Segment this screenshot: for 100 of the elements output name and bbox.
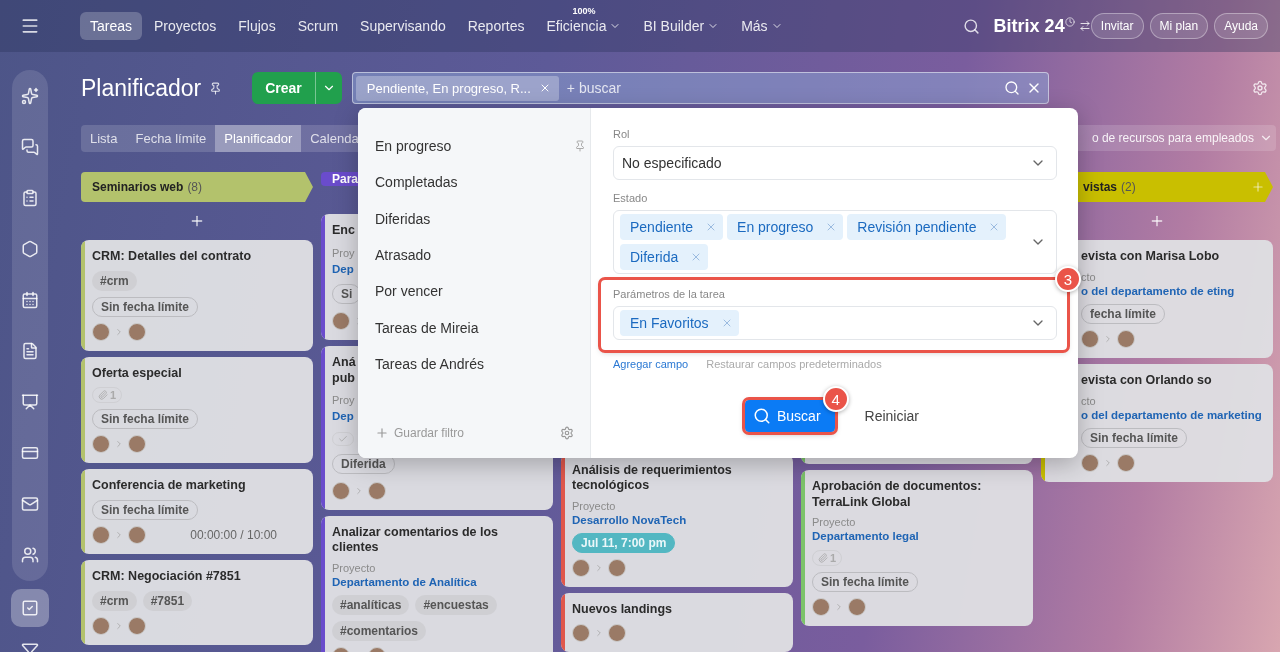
header-button[interactable]: Ayuda — [1214, 13, 1268, 39]
task-title: evista con Orlando so — [1081, 373, 1213, 389]
task-title: evista con Marisa Lobo — [1081, 249, 1221, 265]
header-button[interactable]: Invitar — [1090, 13, 1144, 39]
task-card[interactable]: Analizar comentarios de los clientes Proyecto Departamento de Analítica #analíticas #encuestas #comentarios — [321, 515, 553, 652]
tag[interactable]: #encuestas — [415, 595, 497, 616]
role-select[interactable]: No especificado — [613, 146, 1057, 180]
avatar — [608, 559, 626, 578]
project-link[interactable]: o del departamento de marketing — [1081, 407, 1263, 422]
pin-icon[interactable] — [574, 140, 586, 153]
add-icon[interactable] — [189, 213, 205, 229]
project-label: Proy — [332, 246, 356, 259]
settings-icon[interactable] — [560, 426, 574, 440]
tag[interactable]: #analíticas — [332, 595, 410, 616]
project-link[interactable]: Departamento de Analítica — [332, 574, 543, 590]
tag[interactable]: #crm — [92, 590, 137, 611]
step-callout-badge: 3 — [1055, 266, 1081, 292]
project-link[interactable]: Dep — [332, 409, 357, 424]
field-label: Parámetros de la tarea — [613, 288, 726, 300]
save-filter-link[interactable]: Guardar filtro — [375, 426, 465, 440]
pin-icon[interactable] — [209, 81, 223, 95]
avatar — [128, 435, 146, 454]
avatar — [1117, 330, 1135, 348]
clock-icon — [1064, 17, 1075, 27]
task-title: Análisis de requerimientos tecnológicos — [572, 462, 733, 494]
filter-preset[interactable]: Tareas de Mireia — [375, 309, 590, 346]
multi-select-field[interactable]: Pendiente En progreso Revisión pendiente Diferida — [613, 210, 1057, 274]
filter-chip[interactable]: En progreso — [727, 214, 844, 240]
project-link[interactable]: Desarrollo NovaTech — [572, 513, 783, 528]
nav-tab[interactable]: Flujos — [228, 12, 286, 40]
avatar — [92, 435, 110, 454]
task-title: Enc — [332, 223, 356, 239]
nav-tab[interactable]: BI Builder — [633, 12, 730, 40]
tag[interactable]: #7851 — [142, 590, 193, 611]
task-title: Analizar comentarios de los clientes — [332, 524, 500, 556]
nav-tab[interactable]: Supervisando — [350, 12, 456, 40]
project-label: cto — [1081, 394, 1097, 407]
switch-icon[interactable] — [1078, 20, 1091, 32]
filter-chip[interactable]: Pendiente, En progreso, R... — [355, 75, 559, 101]
project-link[interactable]: Departamento legal — [812, 529, 1023, 544]
view-tab[interactable]: Lista — [81, 124, 127, 152]
filter-preset[interactable]: Por vencer — [375, 273, 590, 310]
tag[interactable]: #comentarios — [332, 621, 427, 642]
due-date-badge: Jul 11, 7:00 pm — [572, 533, 676, 554]
avatar — [1117, 454, 1135, 472]
nav-tab[interactable]: Reportes — [457, 12, 535, 40]
paperclip-icon — [98, 390, 108, 401]
view-tab[interactable]: Fecha límite — [126, 124, 216, 152]
multi-select-field[interactable]: En Favoritos — [613, 306, 1057, 340]
view-tab[interactable]: Planificador — [215, 124, 302, 152]
avatar — [92, 322, 110, 341]
task-title: CRM: Detalles del contrato — [92, 249, 253, 265]
filter-preset[interactable]: Atrasado — [375, 236, 590, 274]
avatar — [1081, 454, 1099, 472]
avatar — [572, 624, 590, 642]
reset-button[interactable]: Reiniciar — [858, 407, 925, 425]
project-label: cto — [1081, 270, 1097, 283]
filter-preset[interactable]: Diferidas — [375, 200, 590, 237]
avatar — [812, 597, 830, 616]
nav-tab[interactable]: Proyectos — [144, 12, 227, 40]
tag[interactable]: #crm — [92, 270, 137, 291]
avatar — [128, 525, 146, 544]
field-label: Rol — [613, 128, 631, 140]
project-link[interactable]: Dep — [332, 261, 357, 276]
avatar — [332, 312, 350, 330]
avatar — [368, 481, 386, 500]
search-field[interactable]: Pendiente, En progreso, R... + buscar — [351, 72, 1049, 104]
search-icon[interactable] — [1003, 80, 1020, 96]
timer-text: 00:00:00 / 10:00 — [190, 527, 277, 542]
header-button[interactable]: Mi plan — [1149, 13, 1209, 39]
checkbox-icon[interactable] — [11, 589, 49, 627]
task-card[interactable]: CRM: Detalles del contrato #crm Sin fecha límite — [81, 240, 313, 351]
project-label: Proyecto — [572, 500, 617, 512]
task-card[interactable]: Nuevos landings — [561, 593, 793, 652]
filter-chip[interactable]: Revisión pendiente — [847, 214, 1007, 240]
task-card[interactable]: Conferencia de marketing Sin fecha límite 00:00:00 / 10:00 — [81, 469, 313, 554]
avatar — [332, 481, 350, 500]
filter-chip[interactable]: Diferida — [620, 244, 709, 270]
paperclip-icon — [818, 552, 828, 563]
filter-preset[interactable]: En progreso — [375, 128, 590, 165]
filter-preset[interactable]: Tareas de Andrés — [375, 345, 590, 383]
search-icon[interactable] — [962, 17, 980, 35]
project-label: Proyecto — [332, 561, 377, 574]
avatar — [128, 322, 146, 341]
field-link[interactable]: Agregar campo — [613, 358, 689, 370]
avatar — [128, 616, 146, 635]
nav-tab[interactable]: Tareas — [80, 12, 143, 40]
task-card[interactable]: CRM: Negociación #7851 #crm #7851 — [81, 559, 313, 645]
nav-tab[interactable]: Más — [731, 12, 793, 40]
menu-icon[interactable] — [20, 16, 40, 36]
project-label: Proyecto — [812, 516, 857, 529]
task-title: CRM: Negociación #7851 — [92, 568, 242, 585]
filter-chip[interactable]: Pendiente — [620, 214, 724, 240]
task-title: Conferencia de marketing — [92, 478, 247, 494]
project-link[interactable]: o del departamento de eting — [1081, 283, 1263, 298]
filter-chip[interactable]: En Favoritos — [620, 310, 739, 336]
create-button[interactable]: Crear — [252, 72, 342, 104]
nav-tab[interactable]: Scrum — [287, 12, 349, 40]
avatar — [1081, 330, 1099, 348]
add-icon[interactable] — [1149, 213, 1165, 229]
